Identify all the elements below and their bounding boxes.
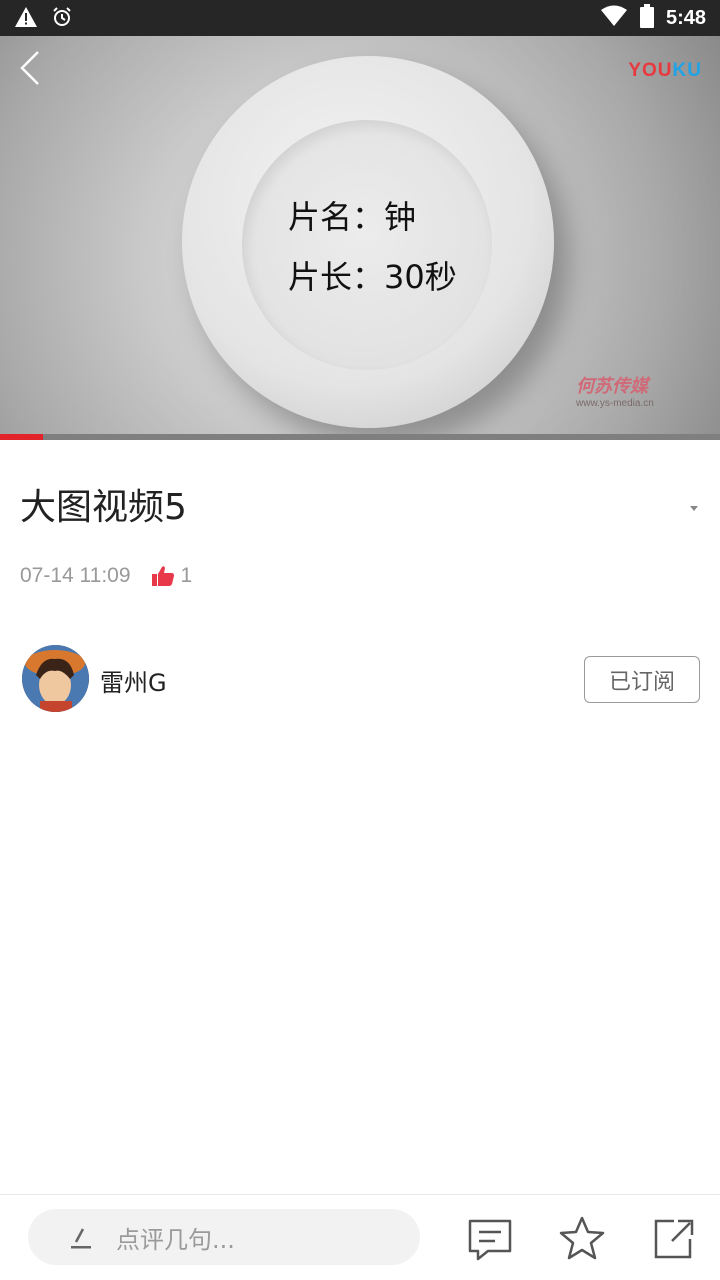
video-player[interactable]: 片名：钟 片长：30秒 YOUKU 何苏传媒 www.ys-media.cn xyxy=(0,36,720,440)
alarm-icon xyxy=(52,7,72,31)
comment-button[interactable] xyxy=(466,1215,514,1263)
share-button[interactable] xyxy=(650,1215,698,1263)
thumbs-up-icon xyxy=(151,566,174,586)
star-icon xyxy=(559,1216,605,1260)
back-button[interactable] xyxy=(14,48,50,88)
video-watermark: 何苏传媒 www.ys-media.cn xyxy=(576,372,680,409)
watermark-brand: 何苏传媒 xyxy=(576,376,648,397)
article-title: 大图视频5 xyxy=(20,487,187,528)
like-count: 1 xyxy=(180,564,193,587)
expand-button[interactable] xyxy=(688,498,700,511)
article-meta: 07-14 11:09 1 xyxy=(20,564,192,588)
status-bar: 5:48 xyxy=(0,0,720,36)
battery-icon xyxy=(639,4,654,32)
comment-input[interactable]: 点评几句... xyxy=(28,1209,420,1265)
video-progress-bar[interactable] xyxy=(0,434,720,440)
author-avatar[interactable] xyxy=(22,645,89,712)
comment-placeholder: 点评几句... xyxy=(116,1225,235,1254)
like-button[interactable]: 1 xyxy=(151,564,193,588)
comment-icon xyxy=(468,1219,512,1261)
subscribe-button[interactable]: 已订阅 xyxy=(584,656,700,703)
edit-icon xyxy=(71,1228,91,1249)
caret-down-icon xyxy=(690,506,698,511)
status-time: 5:48 xyxy=(665,6,706,29)
plate-center xyxy=(242,120,492,370)
youku-logo: YOUKU xyxy=(628,60,702,81)
publish-date: 07-14 11:09 xyxy=(20,564,131,587)
favorite-button[interactable] xyxy=(558,1215,606,1263)
watermark-url: www.ys-media.cn xyxy=(576,398,654,409)
video-progress-fill xyxy=(0,434,44,440)
share-icon xyxy=(654,1219,694,1259)
wifi-icon xyxy=(600,5,628,31)
video-overlay-title: 片名：钟 xyxy=(288,198,417,236)
warning-icon xyxy=(14,6,38,32)
video-overlay-duration: 片长：30秒 xyxy=(288,258,457,296)
bottom-action-bar: 点评几句... xyxy=(0,1194,720,1280)
chevron-left-icon xyxy=(20,51,39,85)
author-name[interactable]: 雷州G xyxy=(100,663,167,698)
